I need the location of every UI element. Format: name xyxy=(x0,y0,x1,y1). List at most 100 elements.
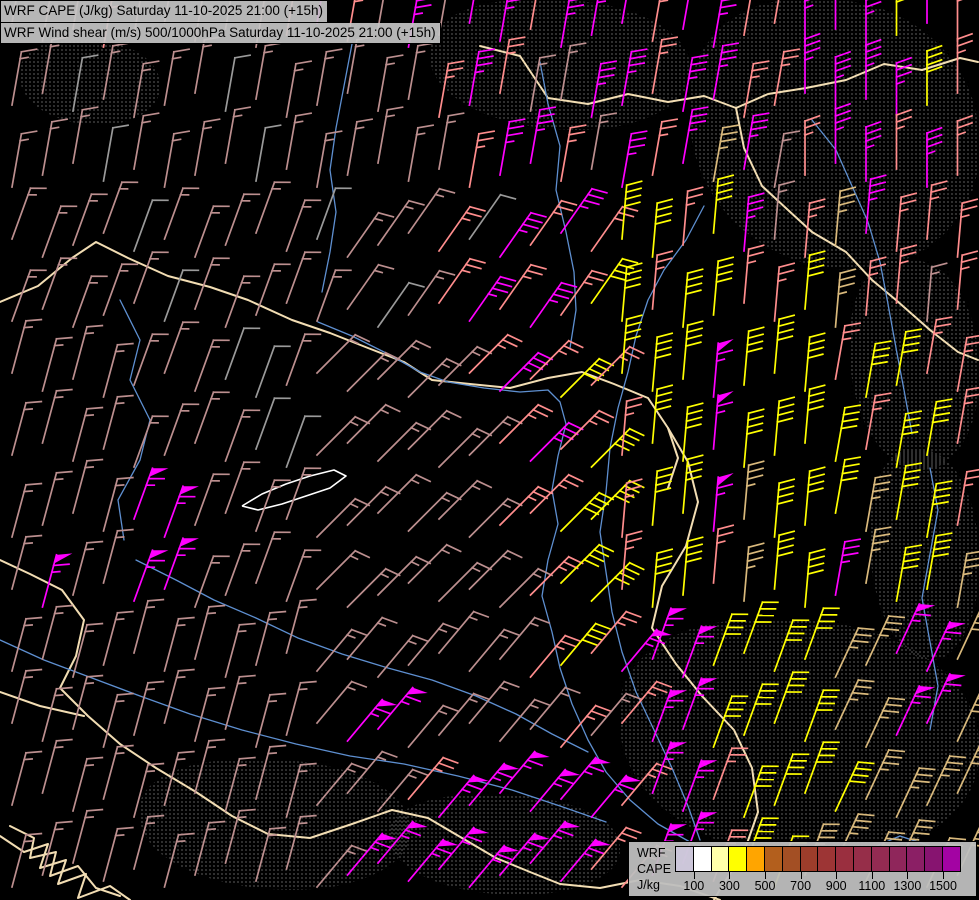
wind-barb xyxy=(165,748,194,809)
wind-barb xyxy=(897,327,922,388)
wind-barb xyxy=(592,203,638,260)
wind-barb xyxy=(43,117,68,178)
wind-barb xyxy=(226,189,260,250)
legend-colorbar xyxy=(675,846,960,872)
legend-swatch xyxy=(906,846,925,872)
legend-swatch xyxy=(817,846,836,872)
wind-barb xyxy=(12,47,37,108)
wind-barb xyxy=(165,830,194,891)
wind-barb xyxy=(12,316,41,377)
wind-barb xyxy=(287,678,316,739)
wind-barb xyxy=(958,739,979,799)
wind-barb xyxy=(836,321,861,382)
wind-barb xyxy=(73,53,98,114)
wind-barb xyxy=(744,597,778,658)
wind-barb xyxy=(287,596,316,657)
wind-barb xyxy=(256,123,281,184)
wind-barb xyxy=(714,174,734,234)
wind-barb xyxy=(378,279,424,336)
wind-barb xyxy=(134,59,159,120)
wind-barb xyxy=(378,105,403,166)
lake-balaton-outline xyxy=(242,470,346,510)
wind-barb xyxy=(409,754,458,809)
wind-barb xyxy=(744,408,764,468)
wind-barb xyxy=(927,128,942,187)
legend-swatch xyxy=(871,846,890,872)
wind-barb xyxy=(897,543,922,604)
wind-barb xyxy=(104,177,138,238)
wind-barb xyxy=(592,59,617,120)
wind-barb xyxy=(43,736,72,797)
wind-barb xyxy=(622,314,642,374)
wind-barb xyxy=(500,614,549,669)
wind-barb xyxy=(500,483,552,535)
wind-barb xyxy=(195,684,224,745)
legend-label-unit: J/kg xyxy=(637,877,671,893)
wind-barb xyxy=(287,329,321,390)
wind-barb xyxy=(500,209,546,266)
wind-barb xyxy=(561,620,610,675)
legend-tick-label: 900 xyxy=(826,879,847,893)
wind-barb xyxy=(439,477,491,529)
wind-barb xyxy=(134,195,168,256)
wind-barb xyxy=(592,0,617,38)
wind-barb xyxy=(165,317,199,378)
wind-barb xyxy=(866,745,904,805)
wind-barb xyxy=(866,339,891,400)
wind-barb xyxy=(287,111,312,172)
wind-barb xyxy=(927,46,942,105)
wind-barb xyxy=(500,35,525,96)
wind-barb xyxy=(622,129,647,190)
wind-barb xyxy=(73,806,102,867)
wind-barb xyxy=(317,547,369,599)
wind-barb xyxy=(409,407,461,459)
legend-tick xyxy=(729,872,730,879)
legend-swatch xyxy=(853,846,872,872)
wind-barb xyxy=(165,399,199,460)
wind-barb xyxy=(805,198,825,258)
wind-barb xyxy=(409,185,455,242)
wind-barb xyxy=(226,405,260,466)
wind-barb xyxy=(836,268,856,328)
wind-barb xyxy=(744,0,769,38)
wind-barb xyxy=(470,191,516,248)
wind-barb xyxy=(592,608,641,663)
cape-legend: WRF CAPE J/kg 10030050070090011001300150… xyxy=(628,841,977,897)
wind-barb xyxy=(836,455,861,516)
wind-barb xyxy=(104,41,129,102)
wind-barb xyxy=(104,340,133,401)
wind-barb xyxy=(470,626,519,681)
wind-barb xyxy=(744,326,764,386)
wind-barb xyxy=(134,463,168,524)
wind-barb xyxy=(805,466,825,526)
wind-barb xyxy=(531,279,577,336)
wind-barb xyxy=(348,614,397,669)
wind-barb xyxy=(195,602,224,663)
legend-tick-label: 1100 xyxy=(858,879,885,893)
wind-barb xyxy=(561,267,607,324)
wind-barb xyxy=(561,185,607,242)
wind-barb xyxy=(165,666,194,727)
wind-barb xyxy=(714,743,748,804)
wind-barb xyxy=(683,0,708,32)
wind-barb xyxy=(12,748,41,809)
wind-barb xyxy=(409,620,458,675)
wind-barbs-layer xyxy=(12,0,979,897)
legend-tick xyxy=(836,872,837,879)
wind-barb xyxy=(195,335,229,396)
wind-barb xyxy=(775,749,809,810)
wind-barb xyxy=(714,472,734,533)
wind-barb xyxy=(927,531,952,592)
wind-barb xyxy=(378,419,430,471)
wind-barb xyxy=(287,812,316,873)
wind-barb xyxy=(775,478,795,538)
legend-swatch xyxy=(711,846,730,872)
wind-barb xyxy=(683,320,703,380)
legend-swatch xyxy=(800,846,819,872)
wind-barb xyxy=(378,197,424,254)
wind-barb xyxy=(653,250,673,310)
wind-barb xyxy=(439,111,464,172)
wind-barb xyxy=(500,401,552,453)
legend-tick xyxy=(907,872,908,879)
wind-barb xyxy=(43,550,73,611)
